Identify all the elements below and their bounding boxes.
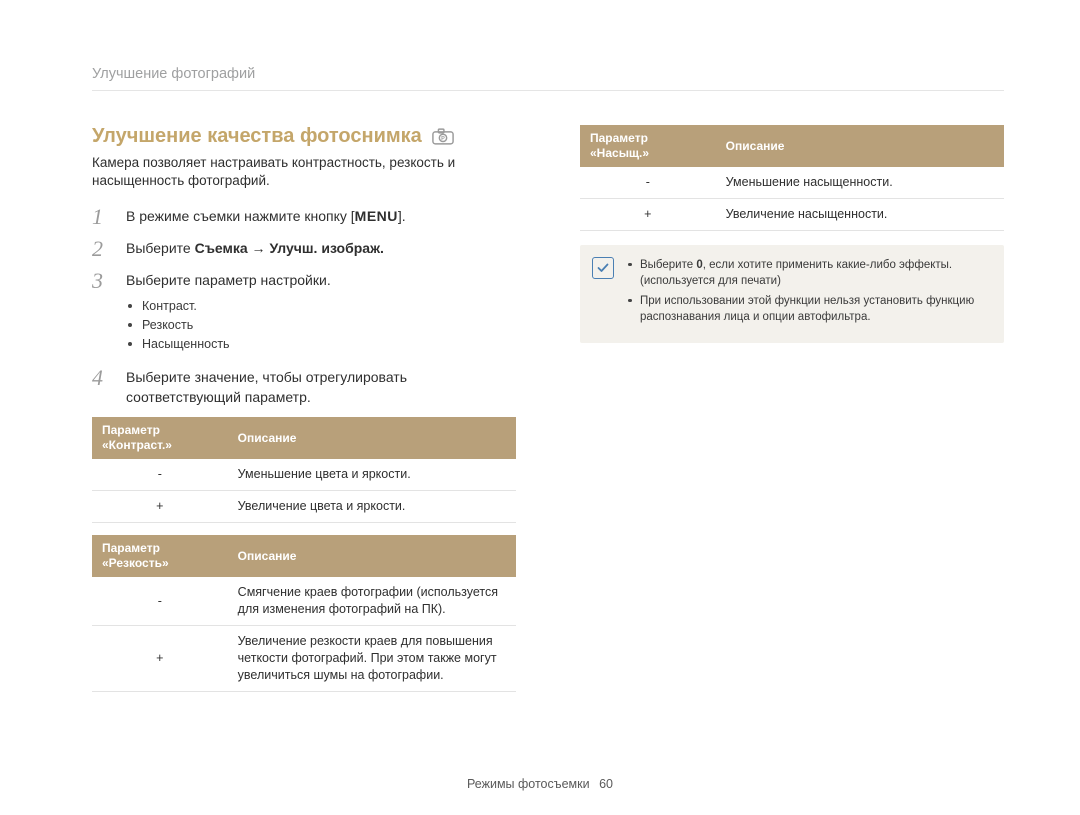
param-desc: Увеличение цвета и яркости.	[228, 491, 516, 523]
svg-text:P: P	[441, 136, 445, 142]
info-bullets: Выберите 0, если хотите применить какие-…	[628, 257, 990, 329]
param-key: -	[92, 459, 228, 490]
right-column: Параметр «Насыщ.» Описание - Уменьшение …	[580, 125, 1004, 704]
info-box: Выберите 0, если хотите применить какие-…	[580, 245, 1004, 343]
step-number: 4	[92, 367, 110, 389]
step-number: 3	[92, 270, 110, 292]
param-key: +	[92, 625, 228, 691]
step-text: Выберите параметр настройки.	[126, 272, 331, 288]
sharpness-table: Параметр «Резкость» Описание - Смягчение…	[92, 535, 516, 691]
bullet-item: Насыщенность	[128, 335, 516, 354]
step-4: 4 Выберите значение, чтобы отрегулироват…	[92, 367, 516, 408]
step-1: 1 В режиме съемки нажмите кнопку [MENU].	[92, 206, 516, 228]
step-list: 1 В режиме съемки нажмите кнопку [MENU].…	[92, 206, 516, 407]
param-key: -	[92, 577, 228, 625]
param-key: +	[92, 491, 228, 523]
intro-text: Камера позволяет настраивать контрастнос…	[92, 154, 516, 190]
col-header-desc: Описание	[228, 535, 516, 577]
col-header-param: Параметр «Контраст.»	[92, 417, 228, 459]
section-title: Улучшение качества фотоснимка P	[92, 125, 516, 148]
breadcrumb-text: Улучшение фотографий	[92, 66, 255, 82]
contrast-table: Параметр «Контраст.» Описание - Уменьшен…	[92, 417, 516, 523]
page-number: 60	[599, 777, 613, 791]
info-text: При использовании этой функции нельзя ус…	[640, 295, 974, 323]
table-row: - Уменьшение насыщенности.	[580, 167, 1004, 198]
info-text: Выберите	[640, 259, 696, 271]
step-body: Выберите параметр настройки. Контраст. Р…	[126, 270, 516, 356]
menu-chip: MENU	[355, 206, 398, 226]
left-column: Улучшение качества фотоснимка P Камера п…	[92, 125, 516, 704]
section-title-text: Улучшение качества фотоснимка	[92, 125, 422, 148]
param-key: -	[580, 167, 716, 198]
info-icon	[592, 257, 614, 279]
step-3: 3 Выберите параметр настройки. Контраст.…	[92, 270, 516, 356]
page-footer: Режимы фотосъемки 60	[0, 777, 1080, 791]
bullet-item: Резкость	[128, 316, 516, 335]
step-number: 1	[92, 206, 110, 228]
param-key: +	[580, 198, 716, 230]
saturation-table: Параметр «Насыщ.» Описание - Уменьшение …	[580, 125, 1004, 231]
param-desc: Уменьшение насыщенности.	[716, 167, 1004, 198]
step-number: 2	[92, 238, 110, 260]
step-body: В режиме съемки нажмите кнопку [MENU].	[126, 206, 516, 226]
step-text: Выберите значение, чтобы отрегулировать …	[126, 369, 407, 405]
step-body: Выберите Съемка → Улучш. изображ.	[126, 238, 516, 258]
step-body: Выберите значение, чтобы отрегулировать …	[126, 367, 516, 408]
footer-section: Режимы фотосъемки	[467, 777, 590, 791]
step-text: Выберите	[126, 240, 195, 256]
breadcrumb: Улучшение фотографий	[92, 66, 1004, 91]
step-text: В режиме съемки нажмите кнопку [	[126, 208, 355, 224]
col-header-desc: Описание	[228, 417, 516, 459]
table-row: + Увеличение резкости краев для повышени…	[92, 625, 516, 691]
content-columns: Улучшение качества фотоснимка P Камера п…	[92, 125, 1004, 704]
table-row: + Увеличение цвета и яркости.	[92, 491, 516, 523]
manual-page: Улучшение фотографий Улучшение качества …	[0, 0, 1080, 815]
camera-icon: P	[432, 128, 454, 145]
col-header-param: Параметр «Резкость»	[92, 535, 228, 577]
sub-bullet-list: Контраст. Резкость Насыщенность	[126, 297, 516, 355]
param-desc: Смягчение краев фотографии (используется…	[228, 577, 516, 625]
param-desc: Увеличение резкости краев для повышения …	[228, 625, 516, 691]
step-text-tail: ].	[398, 208, 406, 224]
menu-path: Съемка → Улучш. изображ.	[195, 240, 384, 256]
table-row: - Смягчение краев фотографии (использует…	[92, 577, 516, 625]
table-row: + Увеличение насыщенности.	[580, 198, 1004, 230]
bullet-item: Контраст.	[128, 297, 516, 316]
col-header-param: Параметр «Насыщ.»	[580, 125, 716, 167]
step-2: 2 Выберите Съемка → Улучш. изображ.	[92, 238, 516, 260]
param-desc: Уменьшение цвета и яркости.	[228, 459, 516, 490]
table-row: - Уменьшение цвета и яркости.	[92, 459, 516, 490]
param-desc: Увеличение насыщенности.	[716, 198, 1004, 230]
col-header-desc: Описание	[716, 125, 1004, 167]
info-item: Выберите 0, если хотите применить какие-…	[628, 257, 990, 289]
info-item: При использовании этой функции нельзя ус…	[628, 293, 990, 325]
